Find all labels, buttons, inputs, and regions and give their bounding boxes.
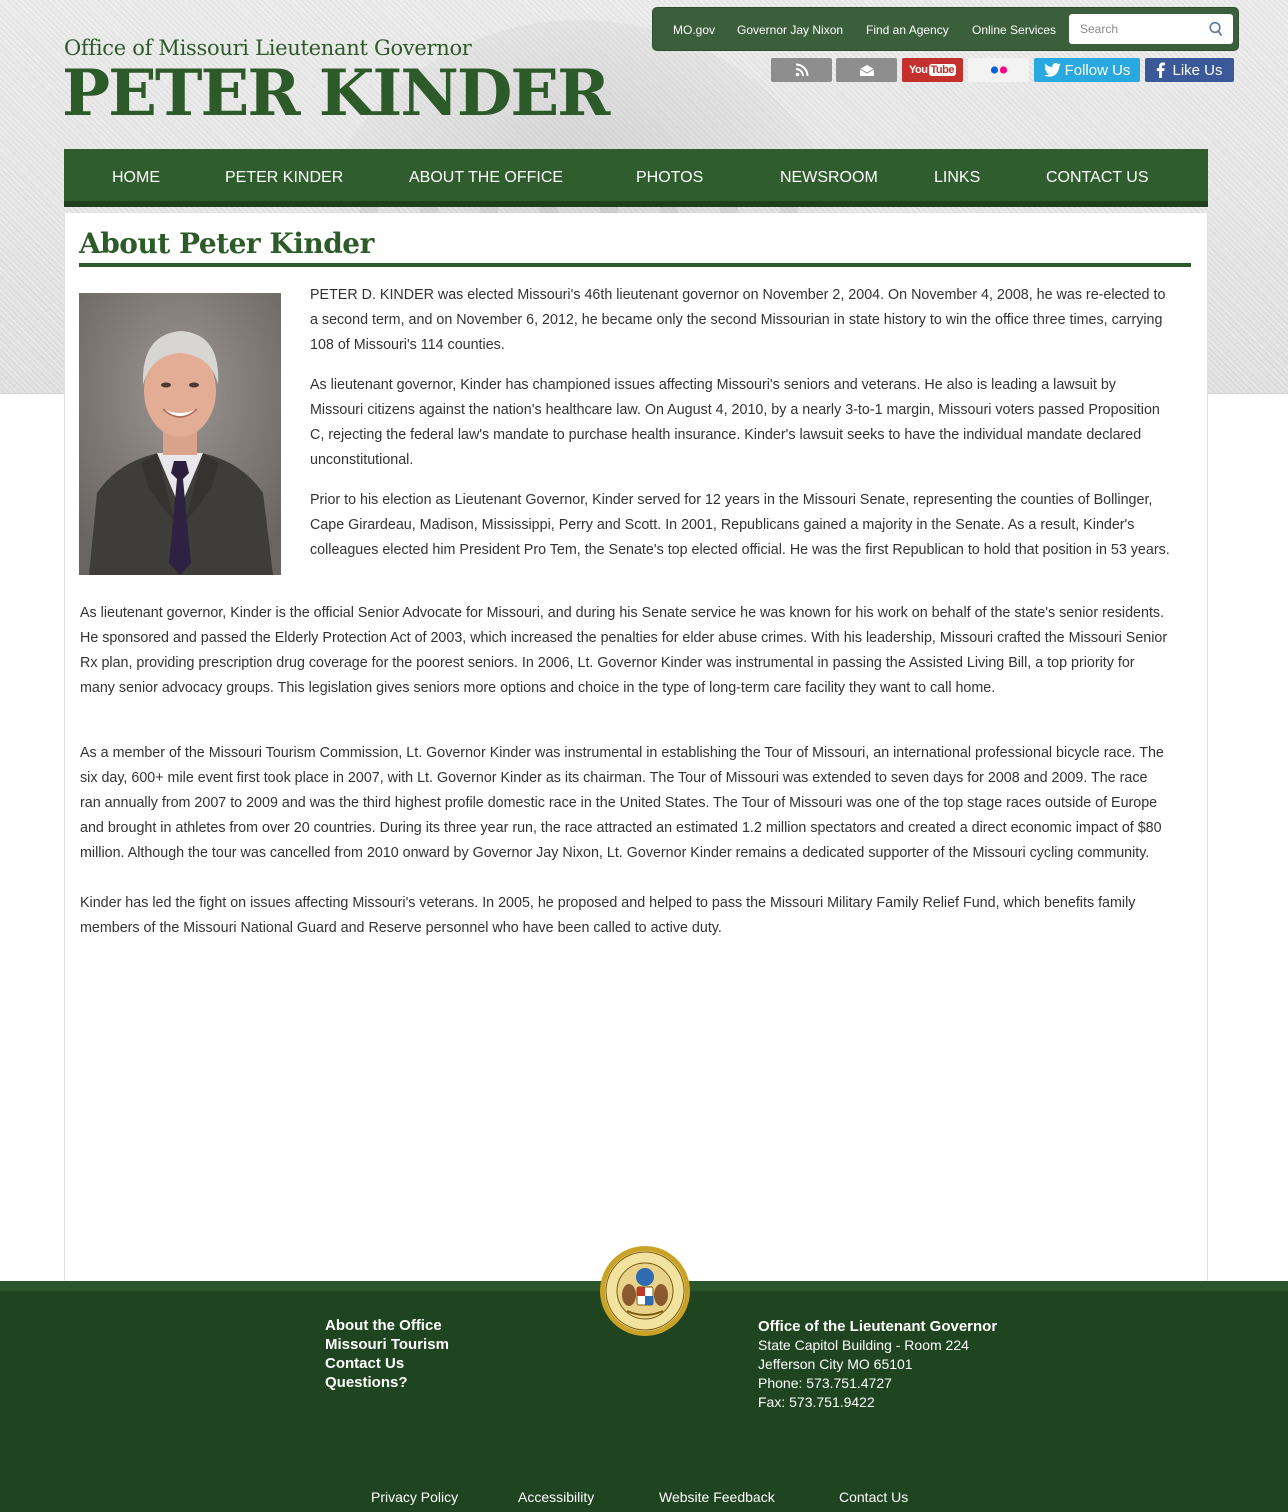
footer-link-contact-us[interactable]: Contact Us <box>325 1355 404 1372</box>
nav-newsroom[interactable]: NEWSROOM <box>780 149 878 207</box>
bio-paragraph-1: PETER D. KINDER was elected Missouri's 4… <box>310 287 1166 353</box>
footer-address-line2: Jefferson City MO 65101 <box>758 1356 913 1372</box>
twitter-follow-label: Follow Us <box>1064 61 1131 79</box>
footer-address-fax: Fax: 573.751.9422 <box>758 1394 875 1410</box>
page-title: About Peter Kinder <box>79 227 374 260</box>
portrait-photo <box>79 293 281 575</box>
main-content: About Peter Kinder PETER D. KINDER was e… <box>64 213 1208 1281</box>
missouri-state-seal-icon <box>600 1246 690 1336</box>
twitter-icon <box>1043 63 1061 77</box>
facebook-icon <box>1157 62 1166 78</box>
footer-link-questions[interactable]: Questions? <box>325 1374 408 1391</box>
nav-photos[interactable]: PHOTOS <box>636 149 703 207</box>
bio-paragraph-3: Prior to his election as Lieutenant Gove… <box>310 492 1170 558</box>
utility-nav-bar: MO.gov Governor Jay Nixon Find an Agency… <box>652 7 1239 51</box>
email-icon <box>859 64 874 76</box>
utility-link-find-agency[interactable]: Find an Agency <box>866 8 949 52</box>
search-icon[interactable] <box>1208 21 1224 37</box>
search-input[interactable] <box>1069 14 1199 44</box>
main-nav: HOME PETER KINDER ABOUT THE OFFICE PHOTO… <box>64 149 1208 207</box>
flickr-icon <box>990 66 1007 74</box>
footer-address: Office of the Lieutenant Governor State … <box>758 1317 997 1412</box>
utility-link-online-services[interactable]: Online Services <box>972 8 1056 52</box>
rss-icon <box>795 63 808 77</box>
site-logo-name[interactable]: PETER KINDER <box>62 58 610 130</box>
nav-about-the-office[interactable]: ABOUT THE OFFICE <box>409 149 563 207</box>
utility-link-mo-gov[interactable]: MO.gov <box>673 8 715 52</box>
facebook-like-button[interactable]: Like Us <box>1145 58 1234 82</box>
nav-home[interactable]: HOME <box>112 149 160 207</box>
nav-peter-kinder[interactable]: PETER KINDER <box>225 149 343 207</box>
bio-paragraph-6: Kinder has led the fight on issues affec… <box>80 895 1136 936</box>
facebook-like-label: Like Us <box>1172 61 1223 79</box>
youtube-icon: You Tube <box>909 64 956 76</box>
bio-paragraph-5: As a member of the Missouri Tourism Comm… <box>80 745 1164 861</box>
bio-paragraph-2: As lieutenant governor, Kinder has champ… <box>310 377 1160 468</box>
utility-link-governor[interactable]: Governor Jay Nixon <box>737 8 843 52</box>
footer-address-phone: Phone: 573.751.4727 <box>758 1375 892 1391</box>
twitter-follow-button[interactable]: Follow Us <box>1034 58 1140 82</box>
footer-contact-us[interactable]: Contact Us <box>839 1489 908 1505</box>
youtube-button[interactable]: You Tube <box>902 58 963 82</box>
footer-address-title: Office of the Lieutenant Governor <box>758 1318 998 1335</box>
flickr-button[interactable] <box>968 58 1029 82</box>
footer-link-missouri-tourism[interactable]: Missouri Tourism <box>325 1336 449 1353</box>
footer-address-line1: State Capitol Building - Room 224 <box>758 1337 969 1353</box>
nav-links[interactable]: LINKS <box>934 149 980 207</box>
footer-website-feedback[interactable]: Website Feedback <box>659 1489 775 1505</box>
title-divider <box>79 263 1191 267</box>
rss-button[interactable] <box>771 58 832 82</box>
footer-accessibility[interactable]: Accessibility <box>518 1489 594 1505</box>
footer-privacy-policy[interactable]: Privacy Policy <box>371 1489 458 1505</box>
bio-paragraph-4: As lieutenant governor, Kinder is the of… <box>80 605 1168 696</box>
search-box <box>1069 14 1233 44</box>
email-button[interactable] <box>836 58 897 82</box>
nav-contact-us[interactable]: CONTACT US <box>1046 149 1149 207</box>
footer-link-about-office[interactable]: About the Office <box>325 1317 442 1334</box>
